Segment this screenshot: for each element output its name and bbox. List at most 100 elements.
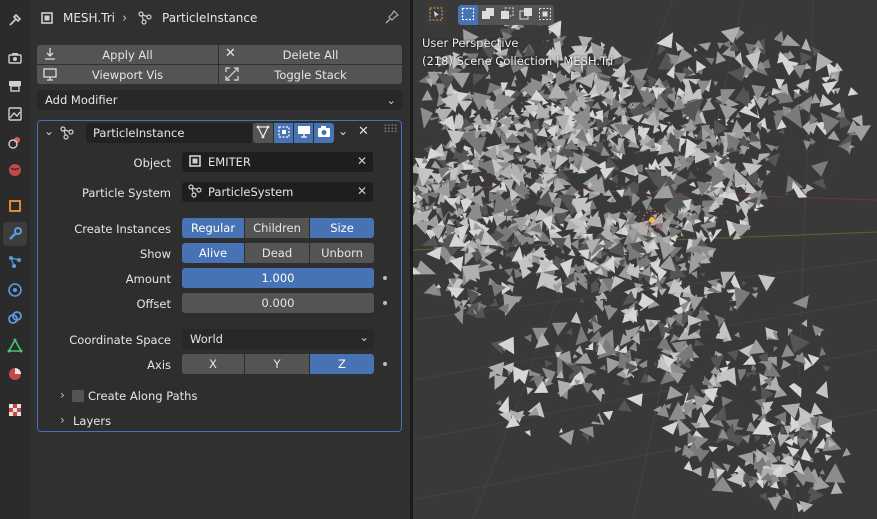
- particle-triangle: [622, 377, 631, 386]
- viewport-vis-button[interactable]: Viewport Vis: [37, 65, 218, 84]
- particle-triangle: [792, 64, 807, 79]
- modifier-menu-chevron-icon[interactable]: ⌄: [338, 124, 348, 138]
- particle-triangle: [713, 81, 719, 87]
- material-tab-icon[interactable]: [3, 362, 27, 386]
- output-tab-icon[interactable]: [3, 74, 27, 98]
- create-instances-size-toggle[interactable]: Size: [310, 218, 374, 238]
- particle-triangle: [544, 359, 554, 368]
- cursor-select-icon: [429, 7, 443, 24]
- particle-triangle: [698, 42, 711, 51]
- particle-triangle: [733, 305, 737, 310]
- modifier-tab-icon[interactable]: [3, 222, 27, 246]
- collapse-chevron-icon[interactable]: ⌄: [44, 124, 54, 138]
- particle-triangle: [561, 248, 565, 254]
- particle-triangle: [524, 430, 531, 437]
- constraints-tab-icon[interactable]: [3, 306, 27, 330]
- select-extend-mode-button[interactable]: [478, 5, 497, 25]
- modifier-name-field[interactable]: ParticleInstance: [86, 123, 252, 143]
- particle-triangle: [830, 481, 843, 495]
- particle-triangle: [767, 497, 782, 511]
- select-subtract-mode-button[interactable]: [497, 5, 516, 25]
- create-instances-label: Create Instances: [74, 222, 171, 236]
- particle-triangle: [753, 24, 764, 36]
- particle-triangle: [579, 260, 585, 266]
- axis-x-label: X: [209, 357, 217, 371]
- drag-handle-icon[interactable]: ⠿⠿: [383, 123, 398, 136]
- axis-y-toggle[interactable]: Y: [245, 354, 309, 374]
- select-invert-mode-button[interactable]: [516, 5, 535, 25]
- particle-triangle: [708, 446, 718, 453]
- pin-icon[interactable]: [385, 10, 399, 27]
- particles-tab-icon[interactable]: [3, 250, 27, 274]
- breadcrumb: MESH.Tri › ParticleInstance: [30, 0, 410, 36]
- particle-system-label: Particle System: [81, 186, 171, 200]
- particle-triangle: [552, 322, 568, 336]
- edit-mode-toggle[interactable]: [274, 123, 293, 143]
- particle-triangle: [798, 95, 813, 113]
- show-unborn-toggle[interactable]: Unborn: [310, 243, 374, 263]
- on-cage-toggle[interactable]: [253, 123, 273, 143]
- 3d-viewport[interactable]: User Perspective (218) Scene Collection …: [413, 0, 877, 519]
- select-intersect-mode-button[interactable]: [535, 5, 554, 25]
- create-along-paths-expand-icon[interactable]: ›: [60, 388, 65, 402]
- layers-expand-icon[interactable]: ›: [60, 413, 65, 427]
- particle-triangle: [751, 385, 757, 392]
- clear-particle-system-close-icon[interactable]: ✕: [357, 184, 367, 198]
- select-new-icon: [461, 7, 475, 24]
- texture-tab-icon[interactable]: [3, 398, 27, 422]
- show-alive-toggle[interactable]: Alive: [182, 243, 244, 263]
- select-new-mode-button[interactable]: [458, 5, 478, 25]
- scene-tab-icon[interactable]: [3, 130, 27, 154]
- create-instances-regular-toggle[interactable]: Regular: [182, 218, 244, 238]
- particle-triangle: [691, 466, 702, 477]
- delete-all-button[interactable]: ✕ Delete All: [219, 45, 402, 64]
- show-dead-toggle[interactable]: Dead: [245, 243, 309, 263]
- particle-triangle: [499, 263, 503, 270]
- amount-slider[interactable]: 1.000: [182, 268, 374, 288]
- axis-z-toggle[interactable]: Z: [310, 354, 374, 374]
- amount-keyframe-dot[interactable]: [383, 276, 387, 280]
- render-tab-icon[interactable]: [3, 46, 27, 70]
- delete-all-label: Delete All: [282, 47, 339, 62]
- particle-triangle: [712, 404, 727, 421]
- camera-icon: [317, 125, 331, 141]
- particle-triangle: [768, 196, 775, 201]
- clear-object-close-icon[interactable]: ✕: [357, 154, 367, 168]
- edit-mode-icon: [277, 125, 291, 142]
- particle-triangle: [735, 429, 742, 436]
- offset-slider[interactable]: 0.000: [182, 293, 374, 313]
- apply-icon: [43, 47, 57, 64]
- add-modifier-dropdown[interactable]: Add Modifier ⌄: [37, 90, 402, 110]
- create-instances-children-toggle[interactable]: Children: [245, 218, 309, 238]
- offset-keyframe-dot[interactable]: [383, 301, 387, 305]
- tool-tab-icon[interactable]: [3, 8, 27, 32]
- apply-all-button[interactable]: Apply All: [37, 45, 218, 64]
- select-intersect-icon: [538, 7, 552, 24]
- physics-tab-icon[interactable]: [3, 278, 27, 302]
- world-tab-icon[interactable]: [3, 158, 27, 182]
- toggle-stack-button[interactable]: Toggle Stack: [219, 65, 402, 84]
- render-toggle[interactable]: [314, 123, 334, 143]
- breadcrumb-object-name: MESH.Tri: [63, 11, 116, 25]
- object-data-tab-icon[interactable]: [3, 334, 27, 358]
- axis-x-toggle[interactable]: X: [182, 354, 244, 374]
- particle-triangle: [679, 253, 684, 258]
- object-field[interactable]: EMITER ✕: [182, 152, 373, 172]
- unborn-label: Unborn: [321, 246, 363, 260]
- on-cage-icon: [256, 125, 270, 142]
- view-layer-tab-icon[interactable]: [3, 102, 27, 126]
- particle-triangle: [783, 383, 789, 390]
- tool-select-button[interactable]: [426, 5, 446, 25]
- particle-system-field[interactable]: ParticleSystem ✕: [182, 182, 373, 202]
- particle-triangle: [734, 87, 753, 104]
- object-tab-icon[interactable]: [3, 194, 27, 218]
- particle-triangle: [781, 34, 801, 47]
- create-along-paths-checkbox[interactable]: [72, 390, 84, 402]
- remove-modifier-close-icon[interactable]: ✕: [358, 124, 369, 139]
- coordinate-space-dropdown[interactable]: World ⌄: [182, 329, 374, 349]
- particle-triangle: [792, 295, 809, 309]
- viewport-display-toggle[interactable]: [294, 123, 313, 143]
- particle-triangle: [766, 170, 771, 176]
- particle-triangle: [827, 130, 840, 142]
- axis-keyframe-dot[interactable]: [383, 362, 387, 366]
